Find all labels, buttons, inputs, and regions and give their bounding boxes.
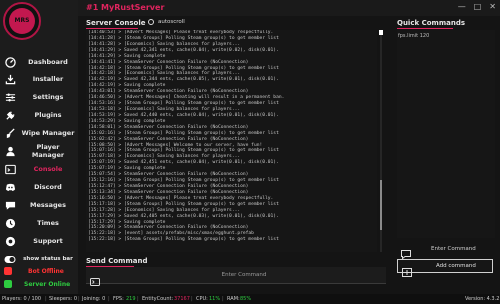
sidebar-item-console[interactable]: Console xyxy=(0,160,78,178)
entity-count-label: EntityCount: xyxy=(142,296,174,302)
sidebar-item-label: Times xyxy=(37,219,59,227)
sidebar-item-messages[interactable]: Messages xyxy=(0,196,78,214)
scrollbar-top-arrow[interactable] xyxy=(379,30,383,35)
quick-commands-list xyxy=(397,30,495,238)
sidebar-item-dashboard[interactable]: Dashboard xyxy=(0,53,78,71)
sidebar-item-label: Player Manager xyxy=(31,143,65,159)
status-bar: Players: 0 / 100 | Sleepers: 0 | Joining… xyxy=(0,294,500,304)
sidebar-item-discord[interactable]: Discord xyxy=(0,178,78,196)
server-status-text: Server Online xyxy=(24,280,71,288)
sidebar-item-times[interactable]: Times xyxy=(0,214,78,232)
enter-command-placeholder: Enter Command xyxy=(431,246,476,252)
autoscroll-radio[interactable] xyxy=(148,19,154,25)
sidebar-item-player-manager[interactable]: Player Manager xyxy=(0,142,78,160)
user-icon xyxy=(4,145,16,157)
sidebar-item-support[interactable]: Support xyxy=(0,232,78,250)
console-line: [15:22:18] > [Steam Groups] Polling Stea… xyxy=(88,237,279,243)
add-command-button[interactable]: Add command xyxy=(397,259,493,277)
players-count: Players: 0 / 100 xyxy=(2,296,42,302)
fps-label: FPS: xyxy=(113,296,124,302)
console-output[interactable]: [14:40:53] > [Advert Messages] Please tr… xyxy=(86,30,377,252)
sidebar-item-label: Console xyxy=(33,165,63,173)
send-command-input[interactable] xyxy=(104,267,384,283)
sidebar: MRS Dashboard Installer Settings Plugins… xyxy=(0,0,78,294)
sidebar-item-label: Plugins xyxy=(34,111,62,119)
quick-commands-title: Quick Commands xyxy=(397,19,465,27)
server-console-title: Server Console xyxy=(86,19,146,27)
sidebar-item-label: Discord xyxy=(34,183,62,191)
sidebar-item-label: Messages xyxy=(30,201,66,209)
support-icon xyxy=(4,235,16,247)
gauge-icon xyxy=(4,56,16,68)
discord-icon xyxy=(4,181,16,193)
clock-icon xyxy=(4,217,16,229)
add-icon xyxy=(402,262,412,277)
bot-status-text: Bot Offline xyxy=(28,267,64,275)
quick-commands-underline xyxy=(397,28,453,29)
autoscroll-label: autoscroll xyxy=(158,19,185,25)
download-icon xyxy=(4,73,16,85)
server-console-underline xyxy=(86,28,138,29)
console-scrollbar[interactable] xyxy=(377,30,385,252)
sidebar-item-settings[interactable]: Settings xyxy=(0,88,78,106)
autoscroll-toggle[interactable]: autoscroll xyxy=(148,19,185,25)
show-status-bar-label: show status bar xyxy=(23,256,73,262)
fps-value: 219 xyxy=(126,296,136,302)
version-label: Version: 4.3.2 xyxy=(465,296,500,302)
sidebar-item-label: Support xyxy=(33,237,63,245)
ram-value: 85% xyxy=(240,296,252,302)
maximize-button[interactable]: □ xyxy=(474,2,482,12)
show-status-bar-toggle[interactable]: show status bar xyxy=(0,250,78,268)
cpu-label: CPU: xyxy=(196,296,208,302)
minimize-button[interactable]: — xyxy=(458,2,466,12)
app-logo: MRS xyxy=(3,2,41,40)
bot-status: Bot Offline xyxy=(4,267,64,275)
plug-icon xyxy=(4,109,16,121)
broom-icon xyxy=(4,127,16,139)
chat-icon xyxy=(4,199,16,211)
terminal-icon xyxy=(4,163,16,175)
sidebar-item-label: Wipe Manager xyxy=(21,129,75,137)
logo-emblem: MRS xyxy=(9,8,35,34)
sidebar-item-installer[interactable]: Installer xyxy=(0,70,78,88)
terminal-icon xyxy=(90,271,100,290)
toggle-icon xyxy=(4,253,16,265)
app-title: #1 MyRustServer xyxy=(86,3,165,12)
sidebar-item-label: Dashboard xyxy=(28,58,68,66)
scrollbar-thumb[interactable] xyxy=(380,180,382,230)
add-command-label: Add command xyxy=(436,263,476,269)
sleepers-count: Sleepers: 0 xyxy=(49,296,78,302)
send-command-field[interactable] xyxy=(86,267,386,286)
cpu-value: 11% xyxy=(209,296,221,302)
robot-icon xyxy=(4,267,12,275)
close-button[interactable]: ✕ xyxy=(489,2,496,12)
sidebar-item-wipe-manager[interactable]: Wipe Manager xyxy=(0,124,78,142)
send-command-title: Send Command xyxy=(86,257,148,265)
sliders-icon xyxy=(4,91,16,103)
entity-count-value: 37167 xyxy=(174,296,190,302)
sidebar-item-label: Settings xyxy=(32,93,64,101)
sidebar-item-plugins[interactable]: Plugins xyxy=(0,106,78,124)
server-status: Server Online xyxy=(4,280,70,288)
quick-command-item[interactable]: fps.limit 120 xyxy=(398,33,429,39)
server-icon xyxy=(4,280,12,288)
ram-label: RAM: xyxy=(227,296,240,302)
joining-count: Joining: 0 xyxy=(82,296,106,302)
window-controls: — □ ✕ xyxy=(458,2,496,12)
sidebar-item-label: Installer xyxy=(32,75,64,83)
quick-command-input[interactable]: Enter Command xyxy=(397,242,495,260)
comment-icon xyxy=(401,244,411,260)
